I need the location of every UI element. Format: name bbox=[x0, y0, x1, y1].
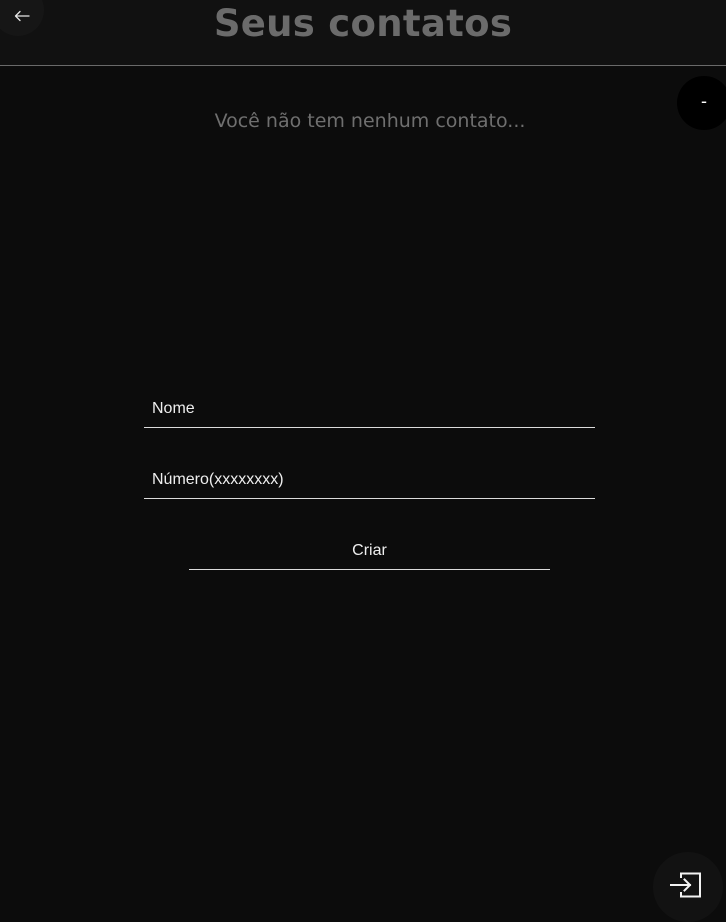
new-contact-form: Criar bbox=[144, 390, 595, 570]
create-button[interactable]: Criar bbox=[189, 532, 550, 570]
logout-icon bbox=[670, 872, 701, 898]
logout-button[interactable] bbox=[653, 852, 723, 922]
number-input[interactable] bbox=[144, 461, 595, 499]
empty-contacts-message: Você não tem nenhum contato... bbox=[214, 110, 526, 132]
page-title: Seus contatos bbox=[213, 2, 513, 45]
name-input[interactable] bbox=[144, 390, 595, 428]
page-header: Seus contatos bbox=[0, 0, 726, 66]
